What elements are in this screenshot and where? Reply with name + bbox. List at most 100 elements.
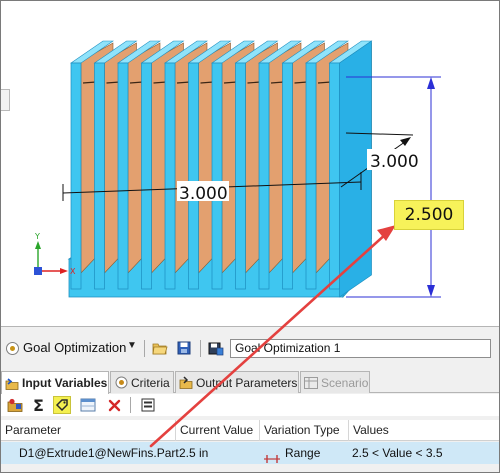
toolbar-separator — [144, 340, 145, 357]
fin-shadow-line — [270, 80, 298, 84]
goal-optimization-icon — [6, 342, 19, 355]
fin-copper-face — [339, 42, 372, 274]
fin-shadow-line — [223, 80, 251, 84]
range-icon — [263, 449, 281, 463]
fin-top-face — [93, 40, 138, 64]
width-dimension: 3.000 — [62, 172, 362, 204]
fin-top-face — [187, 40, 232, 64]
variables-toolbar: Σ — [1, 394, 499, 416]
base-front-face — [68, 258, 344, 298]
fin-copper-face — [292, 42, 325, 274]
highlighted-height-dimension[interactable]: 2.500 — [394, 200, 464, 230]
output-parameters-icon — [179, 376, 193, 390]
fin-front-face — [94, 62, 105, 290]
fin-front-face — [117, 62, 129, 290]
column-header-variation-type[interactable]: Variation Type — [259, 420, 348, 441]
fin-top-face — [281, 40, 326, 64]
fin-shadow-line — [200, 80, 227, 84]
tab-criteria-label: Criteria — [131, 375, 170, 390]
study-tabs: Input Variables Criteria Output Paramete… — [1, 371, 499, 394]
fin-top-face — [258, 40, 302, 64]
design-study-panel: Goal Optimization ▼ Goal Optimization 1 … — [1, 326, 499, 472]
fin-copper-face — [315, 42, 349, 274]
fin-copper-face — [151, 42, 184, 274]
height-dimension — [346, 76, 441, 298]
save-study-icon[interactable] — [207, 339, 225, 357]
values-cell[interactable]: 2.5 < Value < 3.5 — [348, 442, 499, 464]
fin-side-face — [339, 40, 372, 298]
svg-text:Σ: Σ — [33, 397, 44, 413]
depth-dimension-label: 3.000 — [370, 152, 419, 172]
fin-top-face — [117, 40, 161, 64]
fin-front-face — [141, 62, 152, 290]
study-type-dropdown[interactable]: ▼ — [127, 340, 137, 351]
current-value-cell[interactable]: 2.5 in — [175, 442, 259, 464]
delete-icon[interactable] — [105, 396, 123, 414]
fin-copper-face — [127, 42, 161, 274]
fin-top-face — [70, 40, 114, 64]
y-axis-label: Y — [34, 232, 40, 241]
table-icon[interactable] — [79, 396, 97, 414]
app-window: 3.000 3.000 Y X 2.500 Goal Optimization ▼ G… — [0, 0, 500, 473]
table-header: Parameter Current Value Variation Type V… — [1, 420, 499, 441]
fin-shadow-line — [317, 80, 345, 84]
fin-top-face — [234, 40, 279, 64]
scenario-icon — [304, 376, 318, 390]
fin-front-face — [235, 62, 246, 290]
fin-top-face — [211, 40, 255, 64]
table-row[interactable]: D1@Extrude1@NewFins.Part 2.5 in Range 2.… — [1, 442, 499, 464]
tab-input-variables-label: Input Variables — [22, 376, 108, 390]
study-type-label[interactable]: Goal Optimization — [23, 340, 126, 355]
fin-front-face — [282, 62, 293, 290]
fin-top-face — [164, 40, 208, 64]
tab-input-variables[interactable]: Input Variables — [1, 371, 109, 394]
input-variables-icon — [5, 376, 19, 390]
width-dimension-line — [62, 181, 362, 194]
column-header-values[interactable]: Values — [348, 420, 499, 441]
fin-front-face — [211, 62, 223, 290]
arrowhead-bottom — [427, 285, 435, 297]
column-header-current-value[interactable]: Current Value — [175, 420, 259, 441]
fin-shadow-line — [247, 80, 274, 84]
add-variable-icon[interactable] — [6, 396, 24, 414]
x-axis-arrowhead — [60, 268, 68, 274]
coordinate-triad: YX — [34, 232, 76, 276]
depth-dimension: 3.000 — [340, 132, 419, 188]
side-panel-handle[interactable] — [1, 89, 10, 111]
open-folder-icon[interactable] — [151, 339, 169, 357]
tab-scenario[interactable]: Scenario — [300, 371, 370, 393]
fin-front-face — [329, 62, 340, 290]
fin-shadow-line — [153, 80, 180, 84]
study-name-input[interactable]: Goal Optimization 1 — [230, 339, 491, 358]
fin-copper-face — [174, 42, 208, 274]
fin-top-face — [305, 40, 349, 64]
fin-front-face — [305, 62, 317, 290]
heatsink-geometry — [67, 40, 373, 299]
tab-output-parameters-label: Output Parameters — [196, 375, 298, 390]
x-axis-label: X — [70, 267, 76, 276]
study-toolbar: Goal Optimization ▼ Goal Optimization 1 — [1, 337, 499, 361]
graphics-viewport[interactable]: 3.000 3.000 Y X 2.500 — [1, 1, 499, 448]
depth-arrowhead — [400, 137, 411, 146]
fin-front-face — [258, 62, 270, 290]
fin-copper-face — [104, 42, 137, 274]
base-side-face — [342, 236, 362, 299]
tab-output-parameters[interactable]: Output Parameters — [175, 371, 299, 393]
variation-type-cell[interactable]: Range — [259, 442, 348, 464]
fin-front-face — [164, 62, 176, 290]
sum-icon[interactable]: Σ — [30, 396, 48, 414]
save-icon[interactable] — [175, 339, 193, 357]
fin-copper-face — [198, 42, 231, 274]
dimension-tag-icon[interactable] — [53, 396, 71, 414]
fin-top-face — [140, 40, 185, 64]
tab-criteria[interactable]: Criteria — [110, 371, 174, 393]
parameter-cell[interactable]: D1@Extrude1@NewFins.Part — [15, 442, 179, 464]
toolbar-separator — [130, 397, 131, 413]
view-icon[interactable] — [139, 396, 157, 414]
depth-dimension-line — [340, 138, 410, 188]
fin-shadow-line — [294, 80, 321, 84]
column-header-parameter[interactable]: Parameter — [1, 420, 175, 441]
fin-copper-face — [245, 42, 278, 274]
depth-extension-line — [345, 132, 414, 136]
criteria-icon — [114, 376, 128, 390]
